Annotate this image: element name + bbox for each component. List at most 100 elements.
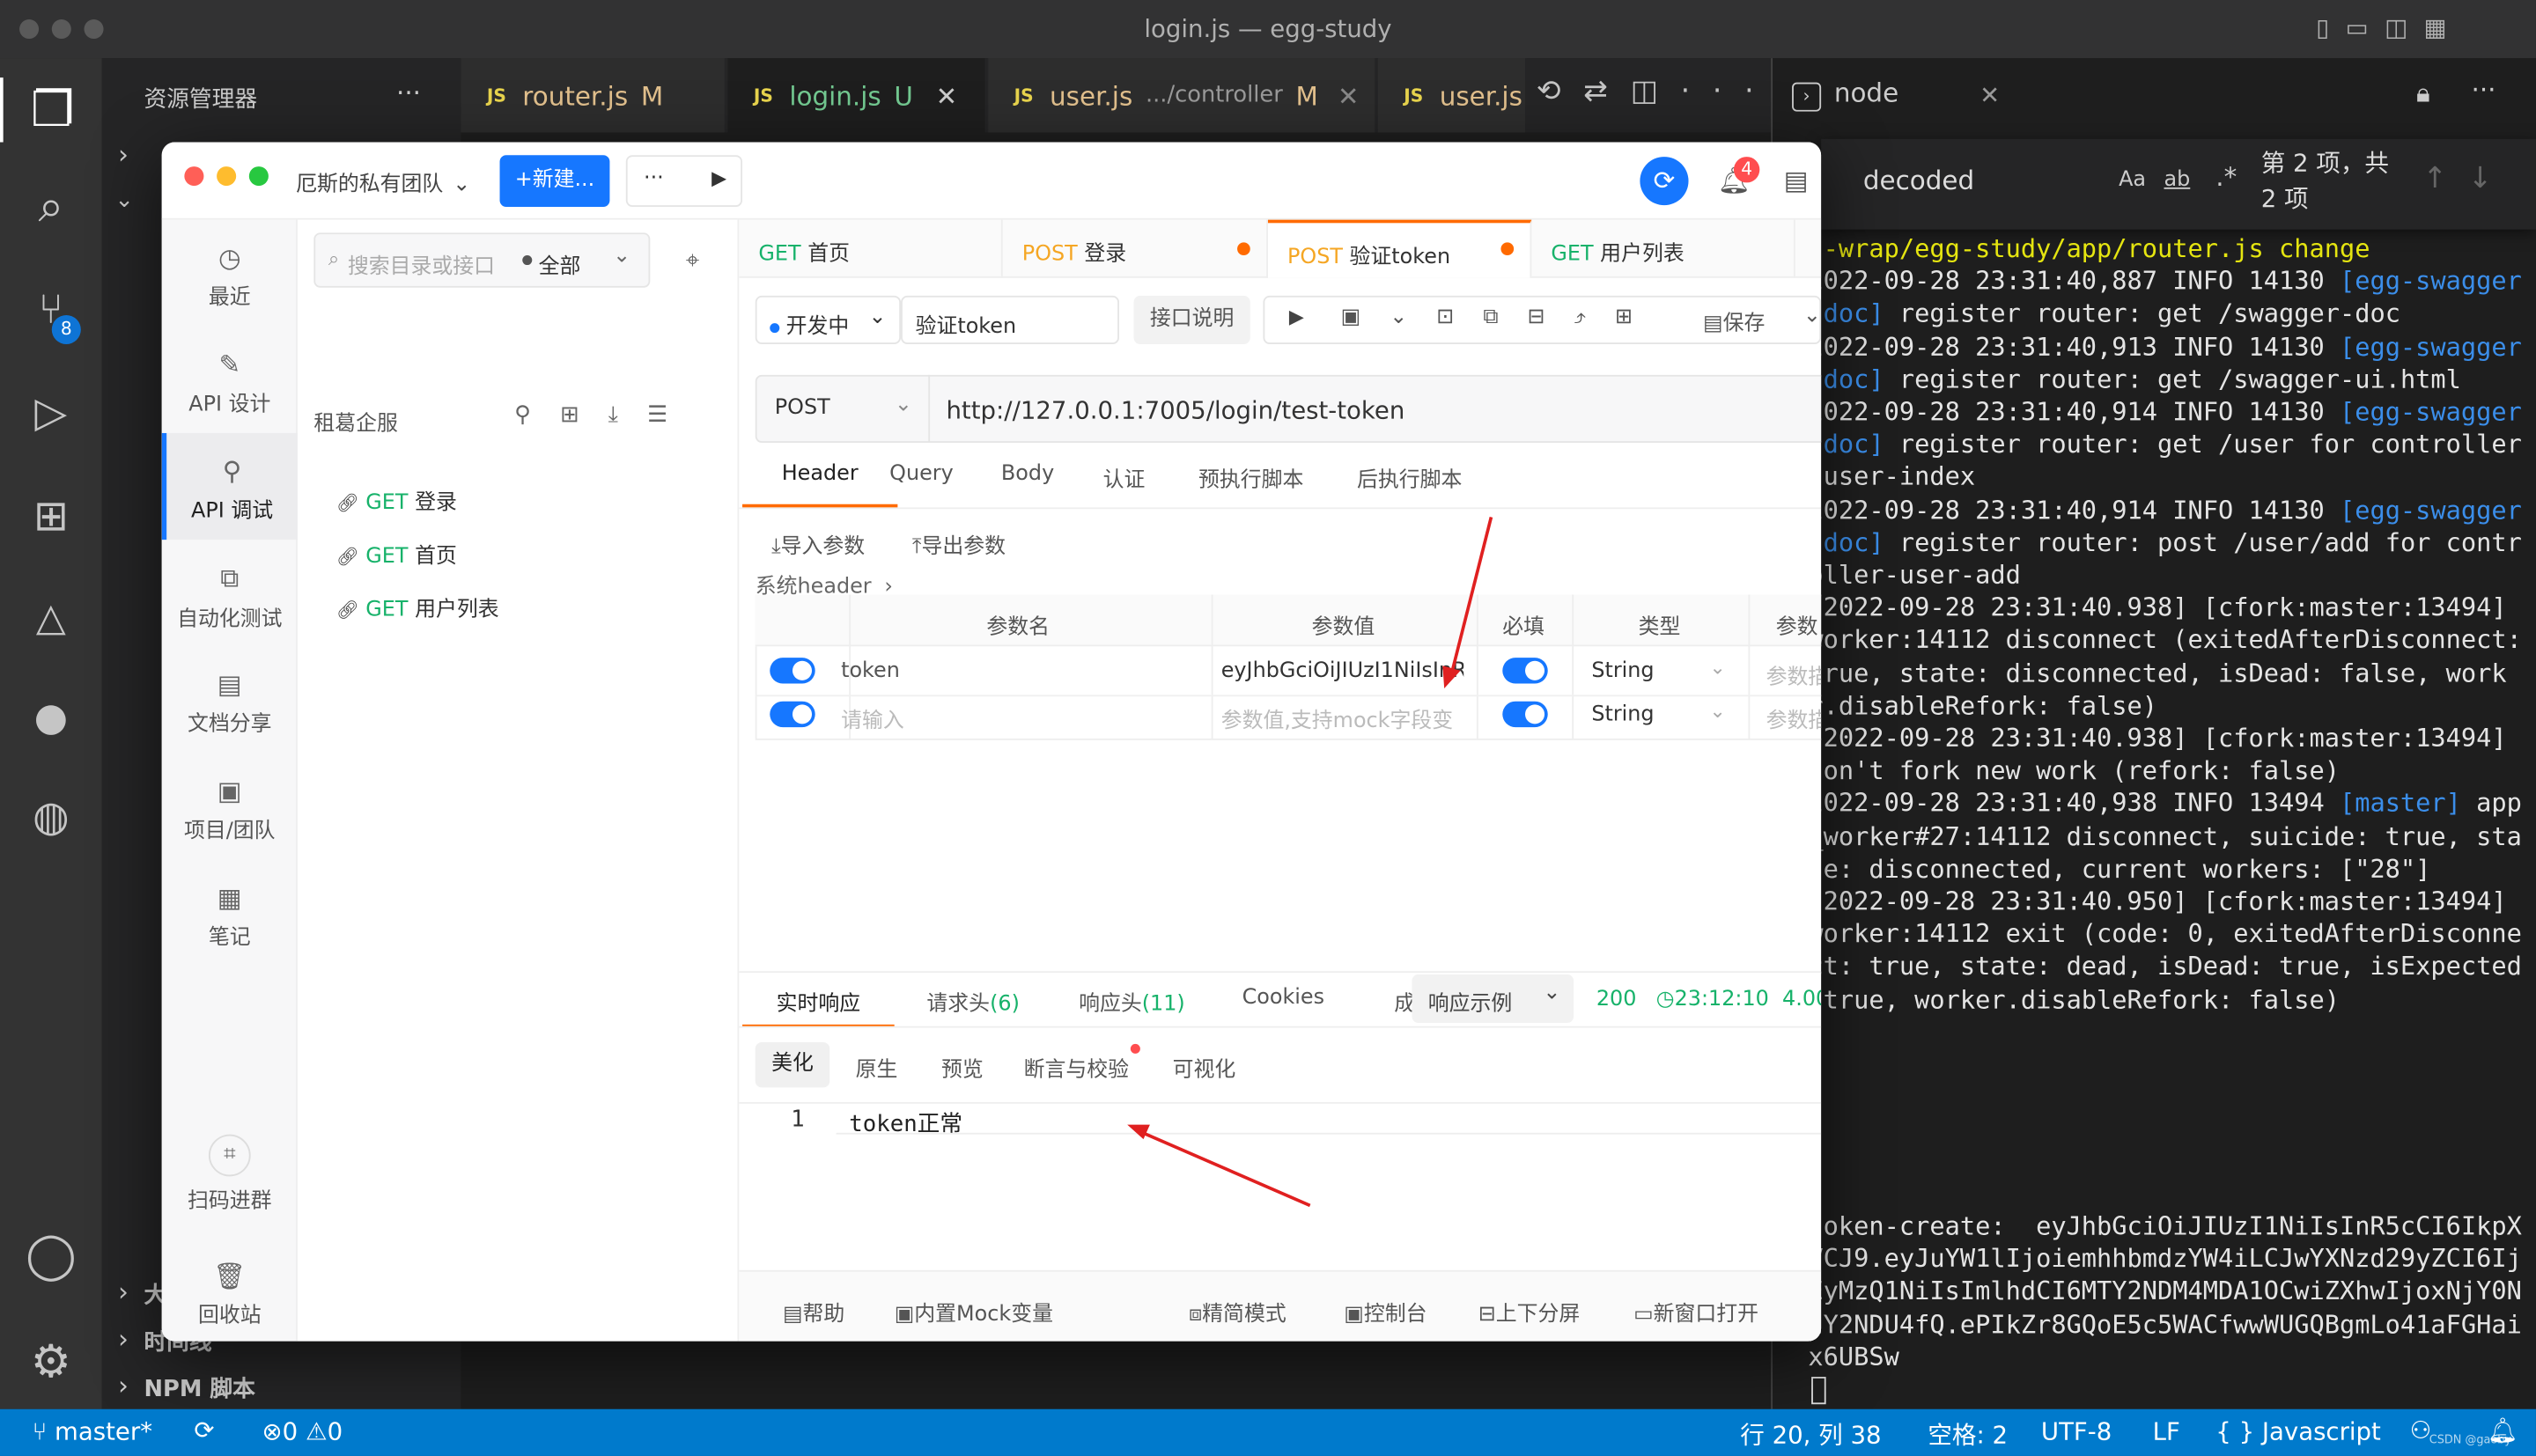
explorer-icon[interactable]: ❐ <box>0 77 102 143</box>
minimize-window-button[interactable] <box>217 166 237 187</box>
console-button[interactable]: ▣控制台 <box>1344 1296 1426 1327</box>
search-box[interactable]: ⌕ 搜索目录或接口 全部 ⌄ <box>313 232 651 288</box>
explorer-more-icon[interactable]: ··· <box>396 77 421 108</box>
split-button[interactable]: ⊟上下分屏 <box>1478 1296 1581 1327</box>
account-icon[interactable]: ◯ <box>0 1222 102 1286</box>
chevron-right-icon[interactable]: › <box>118 139 129 170</box>
search-input[interactable]: 搜索目录或接口 <box>348 249 495 280</box>
close-icon[interactable]: ✕ <box>936 80 958 111</box>
branch-indicator[interactable]: ⑂ master* <box>33 1417 152 1446</box>
editor-actions[interactable]: ⟲⇄◫··· <box>1537 74 1776 108</box>
zoom-window-button[interactable] <box>248 166 269 187</box>
terminal-token-line: token-create: eyJhbGciOiJIUzI1NiIsInR5cC… <box>1808 1211 2522 1241</box>
cursor-position[interactable]: 行 20, 列 38 <box>1740 1417 1881 1452</box>
layout-icons[interactable]: ▯▭◫▦ <box>2316 13 2463 42</box>
link-icon: 🔗︎ <box>336 599 359 621</box>
link-icon: 🔗︎ <box>336 546 359 568</box>
npm-scripts-section[interactable]: NPM 脚本 <box>144 1372 254 1405</box>
find-input[interactable]: decoded <box>1863 165 1974 195</box>
compact-mode-button[interactable]: ⧈精简模式 <box>1189 1296 1286 1327</box>
team-selector[interactable]: 厄斯的私有团队 ⌄ <box>296 166 470 197</box>
terminal-line: don't fork new work (refork: false) <box>1808 755 2340 788</box>
terminal-more-icon[interactable]: ··· <box>2471 74 2495 105</box>
match-case-toggle[interactable]: Aa <box>2119 168 2146 193</box>
remote-icon[interactable]: △ <box>0 585 102 650</box>
mock-vars-button[interactable]: ▣内置Mock变量 <box>895 1296 1053 1327</box>
explorer-title: 资源管理器 <box>144 87 258 114</box>
sync-button[interactable]: ⟳ <box>1640 157 1689 206</box>
indentation[interactable]: 空格: 2 <box>1928 1417 2008 1452</box>
tree-item[interactable]: 🔗︎ GET 登录 <box>336 485 457 516</box>
chevron-right-icon[interactable]: › <box>118 1371 129 1401</box>
link-icon: 🔗︎ <box>336 492 359 514</box>
filter-select[interactable]: 全部 <box>539 249 581 280</box>
terminal-line: g-wrap/egg-study/app/router.js change <box>1808 232 2370 265</box>
nav-api-debug[interactable]: ⚲ API 调试 <box>161 432 298 540</box>
close-icon[interactable]: ✕ <box>1979 81 2000 110</box>
window-icon: ▭ <box>1633 1302 1654 1327</box>
tab-path: .../controller <box>1145 82 1283 108</box>
more-actions-button[interactable]: ··· ▶ <box>625 155 743 207</box>
lock-icon[interactable]: 🔒︎ <box>2416 77 2430 110</box>
nav-recent[interactable]: ◷ 最近 <box>162 242 298 310</box>
nav-doc-share[interactable]: ▤ 文档分享 <box>162 669 298 737</box>
terminal-line-text: 2022-09-28 23:31:40,914 INFO 14130 <box>1808 397 2340 427</box>
notes-icon[interactable]: ▤ <box>1784 165 1809 195</box>
tree-actions[interactable]: ⚲⊞⤓☰ <box>514 402 697 428</box>
chevron-right-icon[interactable]: › <box>118 1276 129 1307</box>
previous-match-icon[interactable]: ↑ <box>2422 162 2447 196</box>
tree-item-label: 登录 <box>415 491 457 516</box>
chevron-down-icon[interactable]: ⌄ <box>114 188 134 213</box>
settings-gear-icon[interactable]: ⚙ <box>0 1328 102 1393</box>
nav-scan-join[interactable]: ⌗ 扫码进群 <box>162 1134 298 1214</box>
nav-api-design[interactable]: ✎ API 设计 <box>162 349 298 417</box>
error-count: 0 <box>282 1416 299 1446</box>
terminal-line: -doc] register router: post /user/add fo… <box>1808 526 2521 559</box>
source-control-icon[interactable]: ⑂ <box>0 278 102 342</box>
regex-toggle[interactable]: .* <box>2215 162 2237 193</box>
tab-user-controller-js[interactable]: JS user.js .../controller M ✕ <box>988 58 1377 133</box>
lightbulb-icon[interactable]: ● <box>0 685 102 749</box>
bell-icon[interactable]: 🔔︎ <box>2488 1416 2518 1445</box>
run-debug-icon[interactable]: ▷ <box>0 381 102 445</box>
eol[interactable]: LF <box>2153 1417 2180 1446</box>
close-window-button[interactable] <box>184 166 204 187</box>
chevron-right-icon[interactable]: › <box>118 1323 129 1354</box>
chevron-down-icon: ⌄ <box>453 173 471 197</box>
tree-item[interactable]: 🔗︎ GET 用户列表 <box>336 592 499 622</box>
whole-word-toggle[interactable]: ab <box>2164 168 2191 193</box>
nav-auto-test[interactable]: ⧉ 自动化测试 <box>162 563 298 632</box>
tab-user-js[interactable]: JS user.js <box>1377 58 1527 133</box>
terminal-icon: › <box>1792 82 1822 112</box>
encoding[interactable]: UTF-8 <box>2041 1417 2112 1446</box>
terminal-token-line: VCJ9.eyJuYW1lIjoiemhhbmdzYW4iLCJwYXNzd29… <box>1808 1244 2522 1274</box>
terminal-line-text: 2022-09-28 23:31:40,913 INFO 14130 <box>1808 332 2340 362</box>
globe-icon[interactable]: ◍ <box>0 785 102 849</box>
terminal-line-rest: register router: get /swagger-ui.html <box>1884 364 2461 394</box>
problems-indicator[interactable]: ⊗0 ⚠0 <box>262 1417 343 1446</box>
language-mode[interactable]: { } Javascript <box>2215 1417 2381 1446</box>
close-icon[interactable]: ✕ <box>1338 80 1360 111</box>
nav-label: 最近 <box>208 285 251 311</box>
sync-icon[interactable]: ⟳ <box>194 1416 214 1445</box>
play-icon: ▶ <box>711 166 727 189</box>
new-window-button[interactable]: ▭新窗口打开 <box>1633 1296 1758 1327</box>
nav-recycle-bin[interactable]: 🗑︎ 回收站 <box>162 1261 298 1328</box>
nav-notes[interactable]: ▦ 笔记 <box>162 882 298 950</box>
tree-item[interactable]: 🔗︎ GET 首页 <box>336 538 457 570</box>
tab-router-js[interactable]: JS router.js M <box>461 58 726 133</box>
new-button[interactable]: +新建... <box>499 155 610 207</box>
account-icon[interactable]: ⚇ <box>2410 1416 2432 1445</box>
next-match-icon[interactable]: ↓ <box>2468 162 2493 196</box>
method-badge: GET <box>365 544 409 570</box>
terminal-tab[interactable]: › node <box>1792 77 1898 112</box>
tree-item-label: 首页 <box>415 544 457 570</box>
help-button[interactable]: ▤帮助 <box>783 1296 844 1327</box>
search-icon[interactable]: ⌕ <box>0 174 102 239</box>
locate-icon[interactable]: ⌖ <box>686 246 700 275</box>
terminal-line-text: [2022-09-28 23:31:40.938] [cfork:master:… <box>1808 724 2507 754</box>
nav-label: 自动化测试 <box>177 607 283 632</box>
extensions-icon[interactable]: ⊞ <box>0 485 102 549</box>
tab-login-js[interactable]: JS login.js U ✕ <box>727 58 987 133</box>
nav-project-team[interactable]: ▣ 项目/团队 <box>162 776 298 843</box>
